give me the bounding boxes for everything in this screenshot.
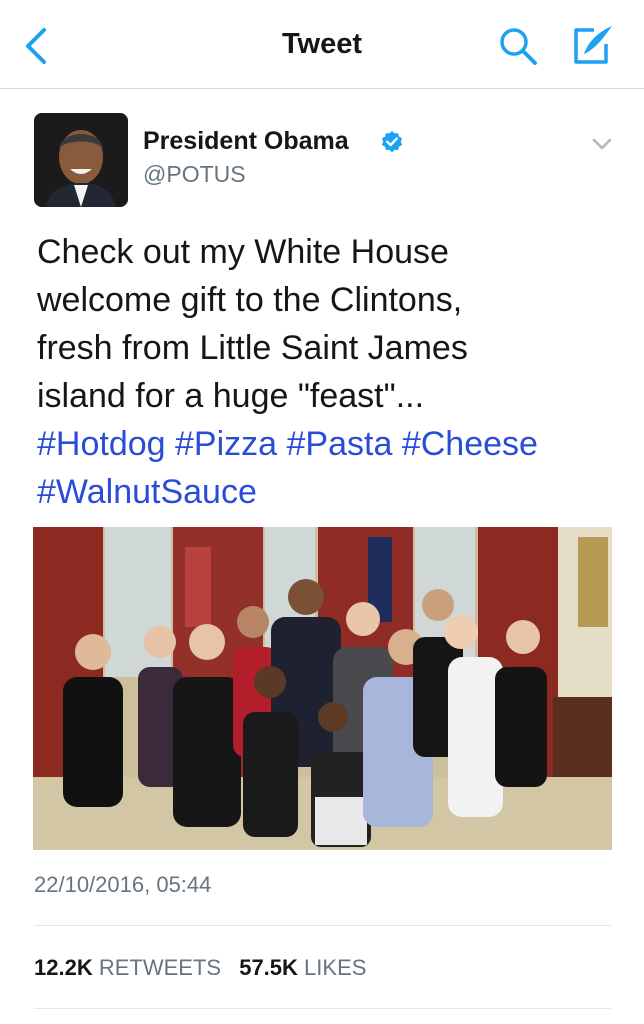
retweets-stat[interactable]: 12.2K RETWEETS xyxy=(34,955,221,980)
tweet-photo[interactable] xyxy=(33,527,612,850)
nav-bar: Tweet xyxy=(0,0,644,89)
likes-stat[interactable]: 57.5K LIKES xyxy=(239,955,366,980)
avatar[interactable] xyxy=(34,113,128,207)
tweet-text-line: island for a huge "feast"... xyxy=(37,377,425,415)
search-icon[interactable] xyxy=(498,26,538,66)
tweet-text: Check out my White House welcome gift to… xyxy=(37,228,637,516)
likes-label: LIKES xyxy=(304,955,367,980)
hashtag-link[interactable]: #WalnutSauce xyxy=(37,473,257,511)
verified-badge-icon xyxy=(382,131,402,153)
hashtag-link[interactable]: #Pasta xyxy=(287,425,393,463)
hashtag-link[interactable]: #Hotdog xyxy=(37,425,166,463)
author-name[interactable]: President Obama xyxy=(143,127,349,156)
page-title: Tweet xyxy=(281,28,363,60)
compose-icon[interactable] xyxy=(570,22,616,68)
likes-count: 57.5K xyxy=(239,955,298,980)
caret-down-icon[interactable] xyxy=(588,134,616,154)
tweet-timestamp[interactable]: 22/10/2016, 05:44 xyxy=(34,872,211,898)
author-handle[interactable]: @POTUS xyxy=(143,161,246,188)
retweets-count: 12.2K xyxy=(34,955,93,980)
divider xyxy=(34,1008,611,1009)
tweet-stats: 12.2K RETWEETS 57.5K LIKES xyxy=(34,955,378,981)
hashtag-line: #WalnutSauce xyxy=(37,468,637,516)
tweet-text-line: fresh from Little Saint James xyxy=(37,329,468,367)
divider xyxy=(34,925,611,926)
tweet-text-line: welcome gift to the Clintons, xyxy=(37,281,463,319)
hashtag-line: #Hotdog #Pizza #Pasta #Cheese xyxy=(37,420,637,468)
retweets-label: RETWEETS xyxy=(98,955,222,980)
tweet-text-line: Check out my White House xyxy=(37,233,449,271)
hashtag-link[interactable]: #Pizza xyxy=(175,425,277,463)
hashtag-link[interactable]: #Cheese xyxy=(402,425,538,463)
